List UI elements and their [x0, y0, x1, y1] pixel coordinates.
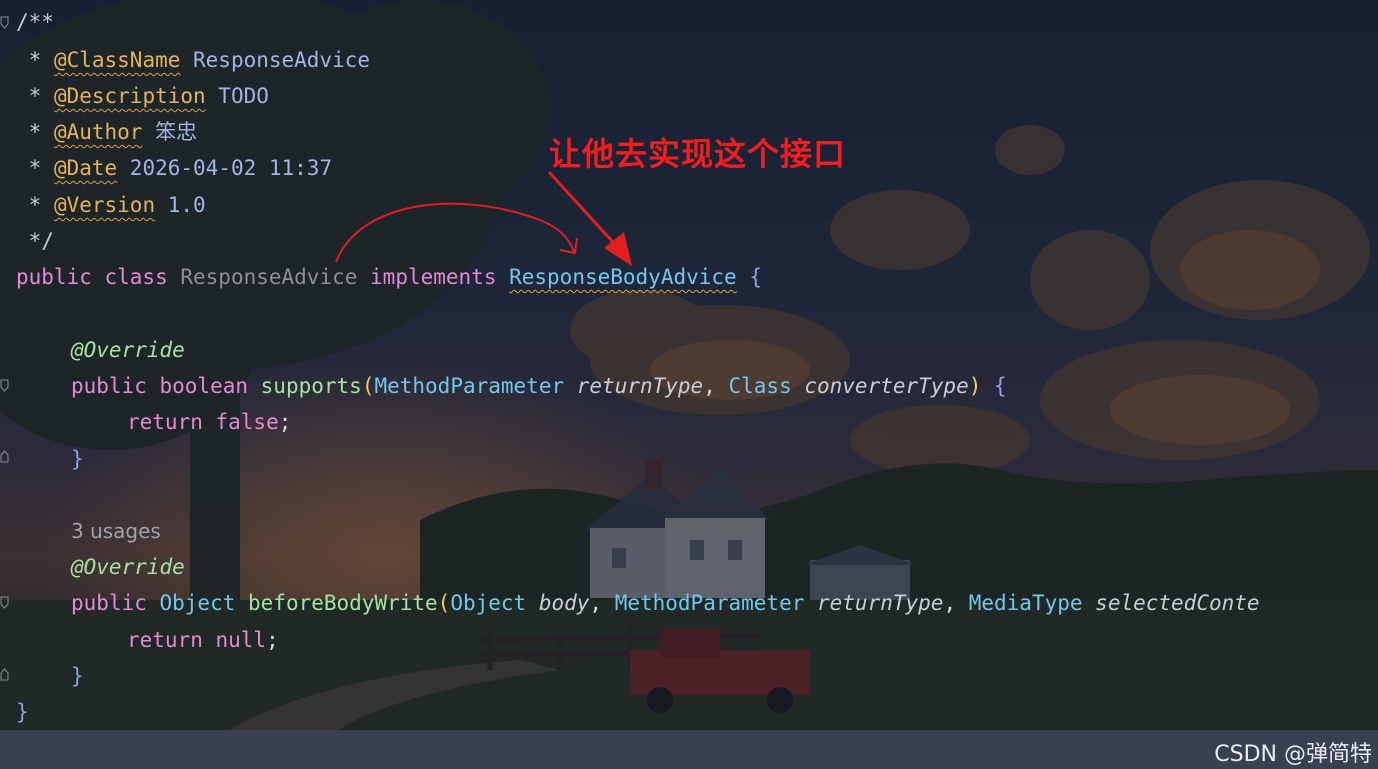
fold-icon[interactable] — [0, 595, 9, 609]
literal-false: false — [202, 410, 279, 434]
code-line[interactable]: * @Version 1.0 — [16, 187, 206, 223]
keyword-class: class — [91, 265, 181, 289]
javadoc-tag-author: @Author — [53, 120, 143, 144]
javadoc-star: * — [16, 84, 54, 108]
class-declaration-line[interactable]: public class ResponseAdvice implements R… — [16, 259, 762, 295]
open-brace: { — [736, 265, 762, 289]
fold-icon[interactable] — [0, 378, 9, 392]
param-type[interactable]: Object — [450, 591, 526, 615]
param-name: returnType — [804, 591, 944, 615]
open-paren: ( — [437, 591, 451, 615]
class-name[interactable]: ResponseAdvice — [180, 265, 357, 289]
javadoc-tag-classname: @ClassName — [53, 48, 181, 72]
annotation-note: 让他去实现这个接口 — [549, 135, 847, 173]
comma: , — [589, 591, 615, 615]
semicolon: ; — [278, 410, 292, 434]
return-line[interactable]: return false; — [127, 404, 291, 440]
javadoc-value-classname: ResponseAdvice — [180, 48, 371, 72]
code-editor[interactable]: /** * @ClassName ResponseAdvice * @Descr… — [0, 0, 1378, 730]
javadoc-tag-version: @Version — [53, 193, 156, 217]
param-name: selectedConte — [1082, 591, 1260, 615]
usages-hint[interactable]: 3 usages — [71, 513, 161, 549]
javadoc-value-description: TODO — [205, 84, 269, 108]
code-line[interactable]: /** — [16, 4, 54, 40]
fold-icon[interactable] — [0, 15, 9, 29]
method-name-beforebodywrite[interactable]: beforeBodyWrite — [235, 591, 438, 615]
javadoc-open: /** — [16, 10, 54, 34]
comma: , — [943, 591, 969, 615]
open-brace: { — [981, 374, 1007, 398]
javadoc-star: * — [16, 120, 54, 144]
code-line[interactable]: * @Author 笨忠 — [16, 114, 197, 150]
close-brace: } — [71, 447, 84, 471]
param-type[interactable]: MediaType — [969, 591, 1083, 615]
param-type[interactable]: Class — [729, 374, 792, 398]
javadoc-close: */ — [16, 229, 54, 253]
param-type[interactable]: MethodParameter — [615, 591, 805, 615]
annotation-override[interactable]: @Override — [71, 549, 185, 585]
javadoc-tag-description: @Description — [53, 84, 206, 108]
keyword-public: public — [16, 265, 92, 289]
class-close-brace: } — [16, 700, 29, 724]
javadoc-star: * — [16, 193, 54, 217]
javadoc-value-version: 1.0 — [155, 193, 206, 217]
keyword-boolean: boolean — [146, 374, 261, 398]
javadoc-tag-date: @Date — [53, 156, 118, 180]
semicolon: ; — [266, 628, 279, 652]
code-line[interactable]: * @ClassName ResponseAdvice — [16, 42, 370, 78]
method-name-supports[interactable]: supports — [261, 374, 362, 398]
keyword-return: return — [127, 628, 203, 652]
csdn-watermark: CSDN @弹简特 — [1214, 742, 1372, 767]
keyword-public: public — [71, 374, 147, 398]
interface-name[interactable]: ResponseBodyAdvice — [509, 265, 737, 289]
code-line[interactable]: * @Date 2026-04-02 11:37 — [16, 150, 332, 186]
param-name: returnType — [564, 374, 704, 398]
param-name: body — [526, 591, 590, 615]
code-line[interactable]: * @Description TODO — [16, 78, 269, 114]
keyword-return: return — [127, 410, 203, 434]
bottom-bar: CSDN @弹简特 — [0, 730, 1378, 769]
annotation-override[interactable]: @Override — [71, 332, 185, 368]
param-type[interactable]: MethodParameter — [374, 374, 564, 398]
close-brace: } — [71, 664, 84, 688]
fold-icon[interactable] — [0, 450, 9, 464]
code-line[interactable]: */ — [16, 223, 54, 259]
keyword-implements: implements — [357, 265, 510, 289]
return-line[interactable]: return null; — [127, 622, 279, 658]
javadoc-star: * — [16, 156, 54, 180]
fold-icon[interactable] — [0, 668, 9, 682]
literal-null: null — [202, 628, 267, 652]
param-name: converterType — [791, 374, 969, 398]
method-signature-line[interactable]: public Object beforeBodyWrite(Object bod… — [71, 585, 1260, 621]
open-paren: ( — [361, 374, 375, 398]
javadoc-star: * — [16, 48, 54, 72]
comma: , — [703, 374, 729, 398]
return-type[interactable]: Object — [147, 591, 236, 615]
keyword-public: public — [71, 591, 147, 615]
javadoc-value-author: 笨忠 — [142, 120, 198, 144]
method-signature-line[interactable]: public boolean supports(MethodParameter … — [71, 368, 1007, 404]
javadoc-value-date: 2026-04-02 11:37 — [117, 156, 333, 180]
close-paren: ) — [968, 374, 982, 398]
